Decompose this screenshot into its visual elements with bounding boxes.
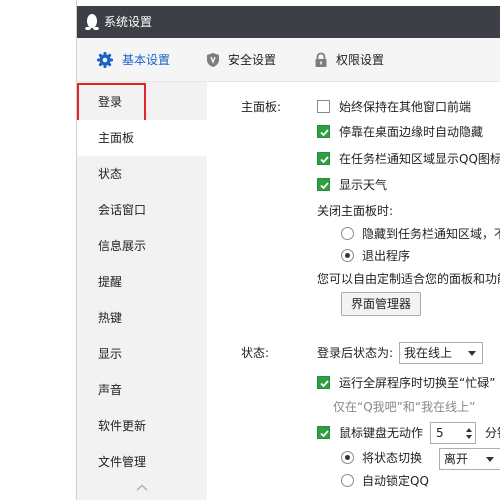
auto-hide-checkbox[interactable] bbox=[317, 125, 330, 138]
sidebar-item-sound[interactable]: 声音 bbox=[77, 372, 207, 408]
checkmark-icon bbox=[320, 129, 329, 137]
sidebar-item-label: 信息展示 bbox=[98, 239, 147, 253]
sidebar-item-display[interactable]: 显示 bbox=[77, 336, 207, 372]
chevron-up-icon[interactable] bbox=[134, 482, 150, 494]
close-exit-radio[interactable] bbox=[341, 249, 354, 262]
chevron-down-icon bbox=[486, 457, 494, 462]
settings-window: 系统设置 基本设置 安全设置 权限设置 登录 主面板 状态 会话窗口 信息展示 … bbox=[76, 0, 500, 500]
sidebar-item-hotkeys[interactable]: 热键 bbox=[77, 300, 207, 336]
settings-content: 主面板: 始终保持在其他窗口前端 停靠在桌面边缘时自动隐藏 在任务栏通知区域显示… bbox=[207, 82, 500, 500]
idle-lock-radio[interactable] bbox=[341, 474, 354, 487]
sidebar-item-label: 主面板 bbox=[98, 131, 135, 145]
chevron-down-icon bbox=[468, 351, 476, 356]
main-panel-section-label: 主面板: bbox=[241, 100, 282, 114]
select-value: 我在线上 bbox=[404, 346, 453, 360]
status-section-label: 状态: bbox=[241, 346, 270, 360]
after-login-status-label: 登录后状态为: bbox=[317, 346, 394, 360]
idle-lock-label: 自动锁定QQ bbox=[362, 474, 429, 488]
tab-bar: 基本设置 安全设置 权限设置 bbox=[77, 38, 500, 82]
window-title: 系统设置 bbox=[104, 15, 153, 29]
select-value: 离开 bbox=[444, 452, 469, 466]
title-bar: 系统设置 bbox=[77, 6, 500, 38]
highlight-box bbox=[77, 83, 146, 125]
shield-icon bbox=[207, 53, 219, 67]
always-on-top-label: 始终保持在其他窗口前端 bbox=[339, 100, 472, 114]
idle-status-select[interactable]: 离开 bbox=[439, 448, 500, 470]
weather-label: 显示天气 bbox=[339, 178, 388, 192]
sidebar-item-label: 声音 bbox=[98, 383, 123, 397]
qq-penguin-icon bbox=[85, 14, 99, 31]
sidebar-item-label: 文件管理 bbox=[98, 455, 147, 469]
close-panel-label: 关闭主面板时: bbox=[317, 204, 394, 218]
sidebar-item-chat-window[interactable]: 会话窗口 bbox=[77, 192, 207, 228]
fullscreen-busy-checkbox[interactable] bbox=[317, 376, 330, 389]
tab-label: 权限设置 bbox=[336, 53, 385, 67]
tray-icon-checkbox[interactable] bbox=[317, 152, 330, 165]
sidebar-item-info-display[interactable]: 信息展示 bbox=[77, 228, 207, 264]
tab-permission-settings[interactable]: 权限设置 bbox=[311, 38, 411, 82]
idle-checkbox[interactable] bbox=[317, 426, 330, 439]
sidebar-item-label: 状态 bbox=[98, 167, 123, 181]
checkmark-icon bbox=[320, 182, 329, 190]
sidebar-item-reminder[interactable]: 提醒 bbox=[77, 264, 207, 300]
checkmark-icon bbox=[320, 430, 329, 438]
tab-label: 安全设置 bbox=[228, 53, 277, 67]
tab-label: 基本设置 bbox=[122, 53, 171, 67]
idle-minutes-stepper[interactable]: 5 bbox=[430, 422, 476, 444]
fullscreen-busy-label: 运行全屏程序时切换至“忙碌” bbox=[339, 376, 496, 390]
interface-manager-button[interactable]: 界面管理器 bbox=[341, 292, 421, 316]
close-hide-label: 隐藏到任务栏通知区域，不 bbox=[362, 227, 500, 241]
sidebar-item-label: 会话窗口 bbox=[98, 203, 147, 217]
idle-switch-radio[interactable] bbox=[341, 451, 354, 464]
sidebar-item-label: 软件更新 bbox=[98, 419, 147, 433]
close-hide-radio[interactable] bbox=[341, 227, 354, 240]
checkmark-icon bbox=[320, 156, 329, 164]
sidebar-item-status[interactable]: 状态 bbox=[77, 156, 207, 192]
gear-icon bbox=[97, 52, 113, 68]
auto-hide-label: 停靠在桌面边缘时自动隐藏 bbox=[339, 125, 484, 139]
stepper-up-icon[interactable] bbox=[466, 428, 472, 432]
sidebar-item-label: 提醒 bbox=[98, 275, 123, 289]
idle-label: 鼠标键盘无动作 bbox=[339, 426, 424, 440]
idle-unit-label: 分钟 bbox=[485, 426, 500, 440]
stepper-down-icon[interactable] bbox=[466, 435, 472, 439]
tab-basic-settings[interactable]: 基本设置 bbox=[95, 38, 195, 82]
sidebar-item-file-management[interactable]: 文件管理 bbox=[77, 444, 207, 480]
idle-switch-label: 将状态切换 bbox=[362, 451, 423, 465]
lock-icon bbox=[315, 52, 327, 67]
fullscreen-note: 仅在“Q我吧”和“我在线上” bbox=[333, 400, 476, 414]
tab-security-settings[interactable]: 安全设置 bbox=[203, 38, 303, 82]
close-exit-label: 退出程序 bbox=[362, 249, 411, 263]
stepper-value: 5 bbox=[436, 426, 444, 440]
after-login-status-select[interactable]: 我在线上 bbox=[399, 342, 483, 364]
tray-icon-label: 在任务栏通知区域显示QQ图标 bbox=[339, 152, 500, 166]
customize-text: 您可以自由定制适合您的面板和功能 bbox=[317, 272, 500, 286]
always-on-top-checkbox[interactable] bbox=[317, 100, 330, 113]
weather-checkbox[interactable] bbox=[317, 178, 330, 191]
checkmark-icon bbox=[320, 380, 329, 388]
sidebar-item-label: 热键 bbox=[98, 311, 123, 325]
sidebar-item-label: 显示 bbox=[98, 347, 123, 361]
sidebar-item-main-panel[interactable]: 主面板 bbox=[77, 120, 207, 156]
sidebar-item-software-update[interactable]: 软件更新 bbox=[77, 408, 207, 444]
sidebar: 登录 主面板 状态 会话窗口 信息展示 提醒 热键 显示 声音 软件更新 文件管… bbox=[77, 82, 207, 500]
